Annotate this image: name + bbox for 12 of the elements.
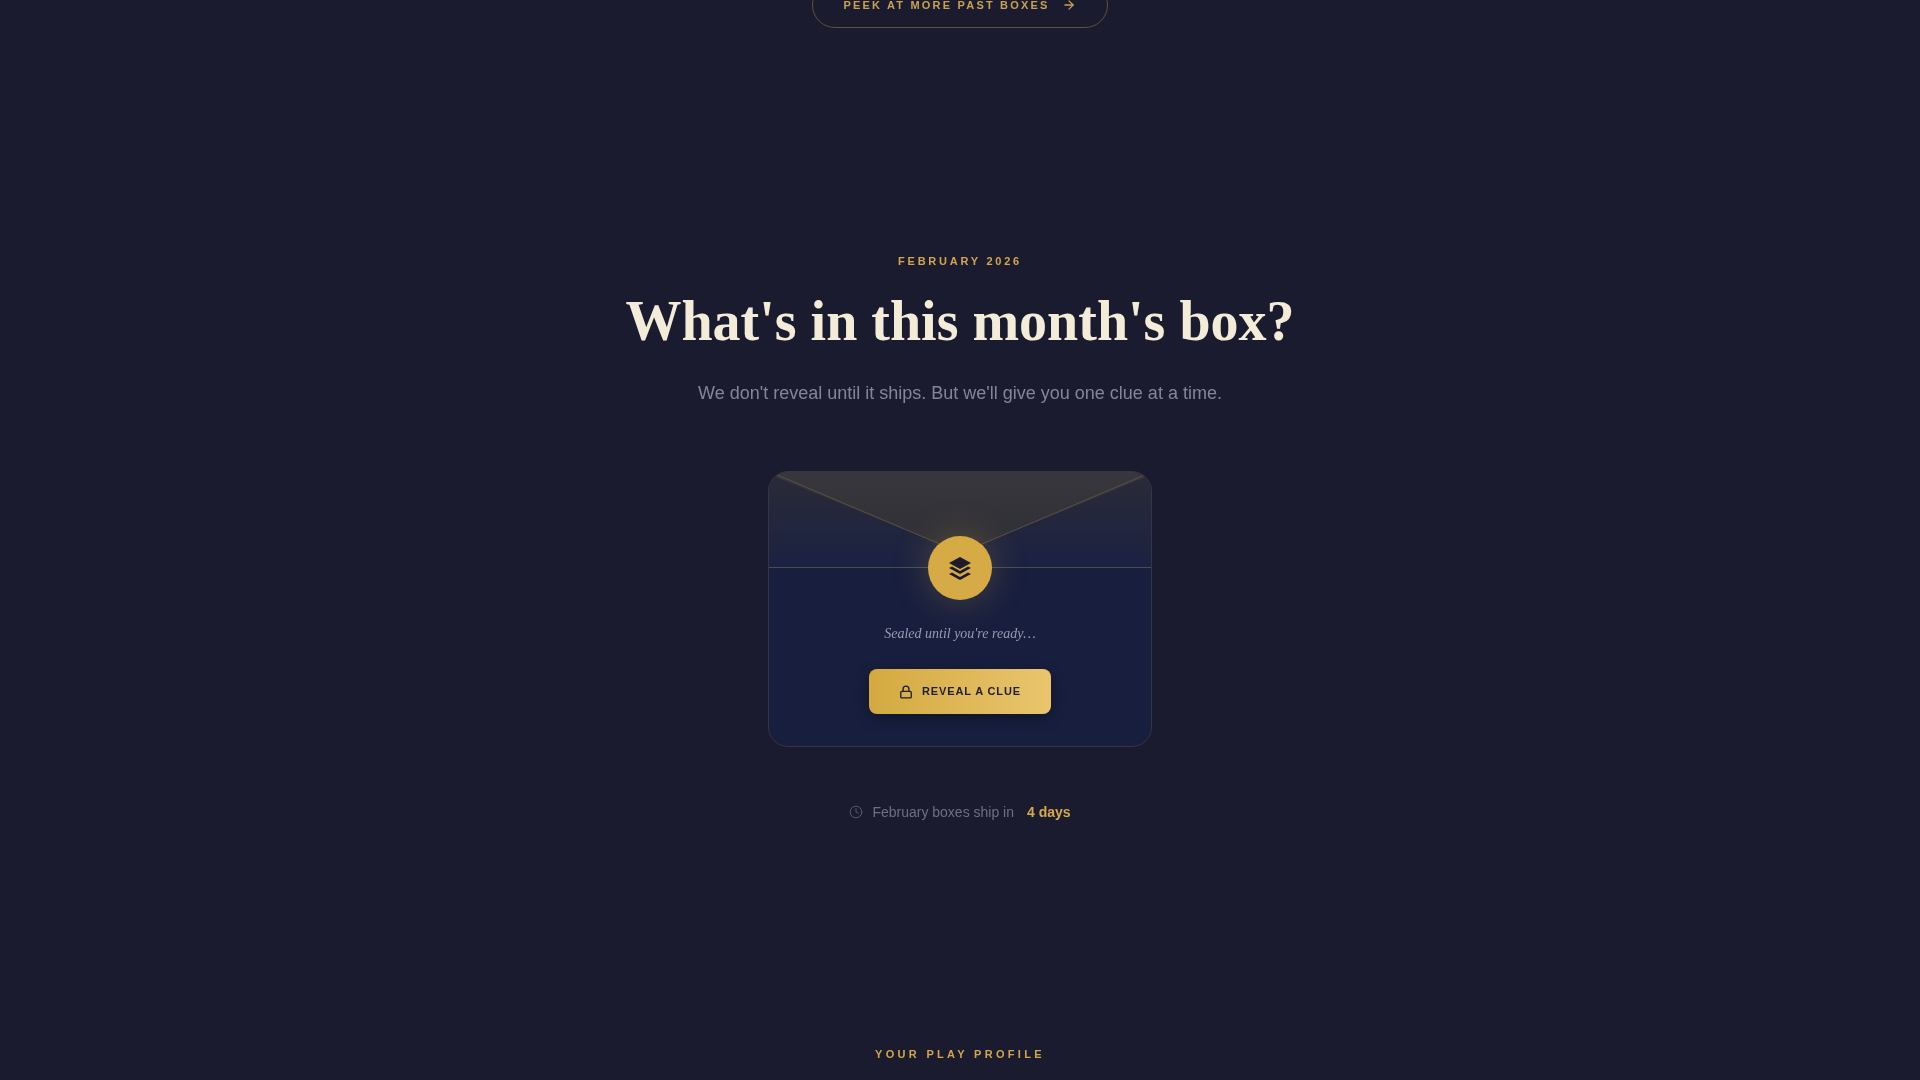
countdown-value: 4 days: [1027, 803, 1071, 822]
clock-icon: [849, 805, 864, 819]
reveal-clue-button[interactable]: REVEAL A CLUE: [869, 669, 1051, 714]
shipping-note: February boxes ship in: [872, 803, 1014, 822]
page-subtitle: We don't reveal until it ships. But we'll give you one clue at a time.: [698, 382, 1222, 405]
layers-seal-icon: [928, 536, 992, 600]
arrow-right-icon: [1061, 0, 1076, 12]
lock-icon: [898, 684, 913, 699]
page-heading: What's in this month's box?: [625, 293, 1295, 349]
envelope-caption: Sealed until you're ready…: [884, 625, 1036, 643]
month-label: FEBRUARY 2026: [898, 254, 1022, 269]
section-label: YOUR PLAY PROFILE: [875, 1047, 1045, 1062]
